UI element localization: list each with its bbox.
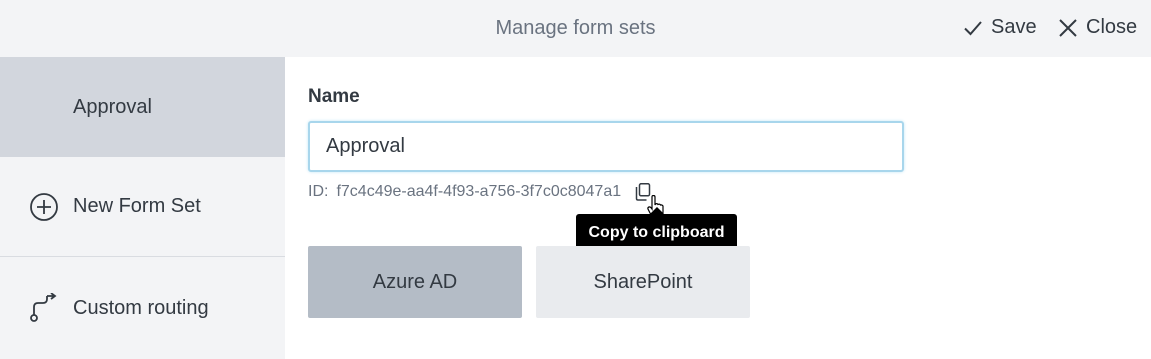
close-button[interactable]: Close — [1058, 16, 1137, 39]
route-icon — [29, 293, 59, 323]
sidebar: Approval New Form Set Custom routing — [0, 57, 285, 359]
tile-label: Azure AD — [372, 270, 458, 293]
sidebar-item-approval[interactable]: Approval — [0, 57, 285, 157]
close-label: Close — [1086, 16, 1138, 38]
tile-azure-ad[interactable]: Azure AD — [308, 246, 522, 318]
name-label: Name — [308, 86, 360, 107]
name-input[interactable] — [308, 121, 904, 172]
tooltip-text: Copy to clipboard — [588, 223, 725, 241]
save-label: Save — [991, 16, 1037, 38]
checkmark-icon — [963, 18, 983, 38]
sidebar-item-label: New Form Set — [73, 195, 201, 217]
new-form-set-button[interactable]: New Form Set — [0, 157, 285, 257]
tile-label: SharePoint — [593, 270, 693, 293]
id-prefix: ID: — [308, 183, 329, 200]
main-panel: Name ID: f7c4c49e-aa4f-4f93-a756-3f7c0c8… — [285, 57, 1151, 359]
sidebar-item-label: Custom routing — [73, 296, 209, 319]
header-bar: Manage form sets Save Close — [0, 0, 1151, 57]
x-close-icon — [1058, 18, 1078, 38]
plus-circle-icon — [29, 192, 59, 222]
id-value: f7c4c49e-aa4f-4f93-a756-3f7c0c8047a1 — [336, 183, 622, 200]
id-row: ID: f7c4c49e-aa4f-4f93-a756-3f7c0c8047a1 — [308, 182, 653, 202]
custom-routing-button[interactable]: Custom routing — [0, 258, 285, 358]
tile-sharepoint[interactable]: SharePoint — [536, 246, 750, 318]
save-button[interactable]: Save — [963, 16, 1037, 39]
sidebar-item-label: Approval — [73, 95, 152, 118]
tooltip-arrow — [650, 207, 664, 214]
